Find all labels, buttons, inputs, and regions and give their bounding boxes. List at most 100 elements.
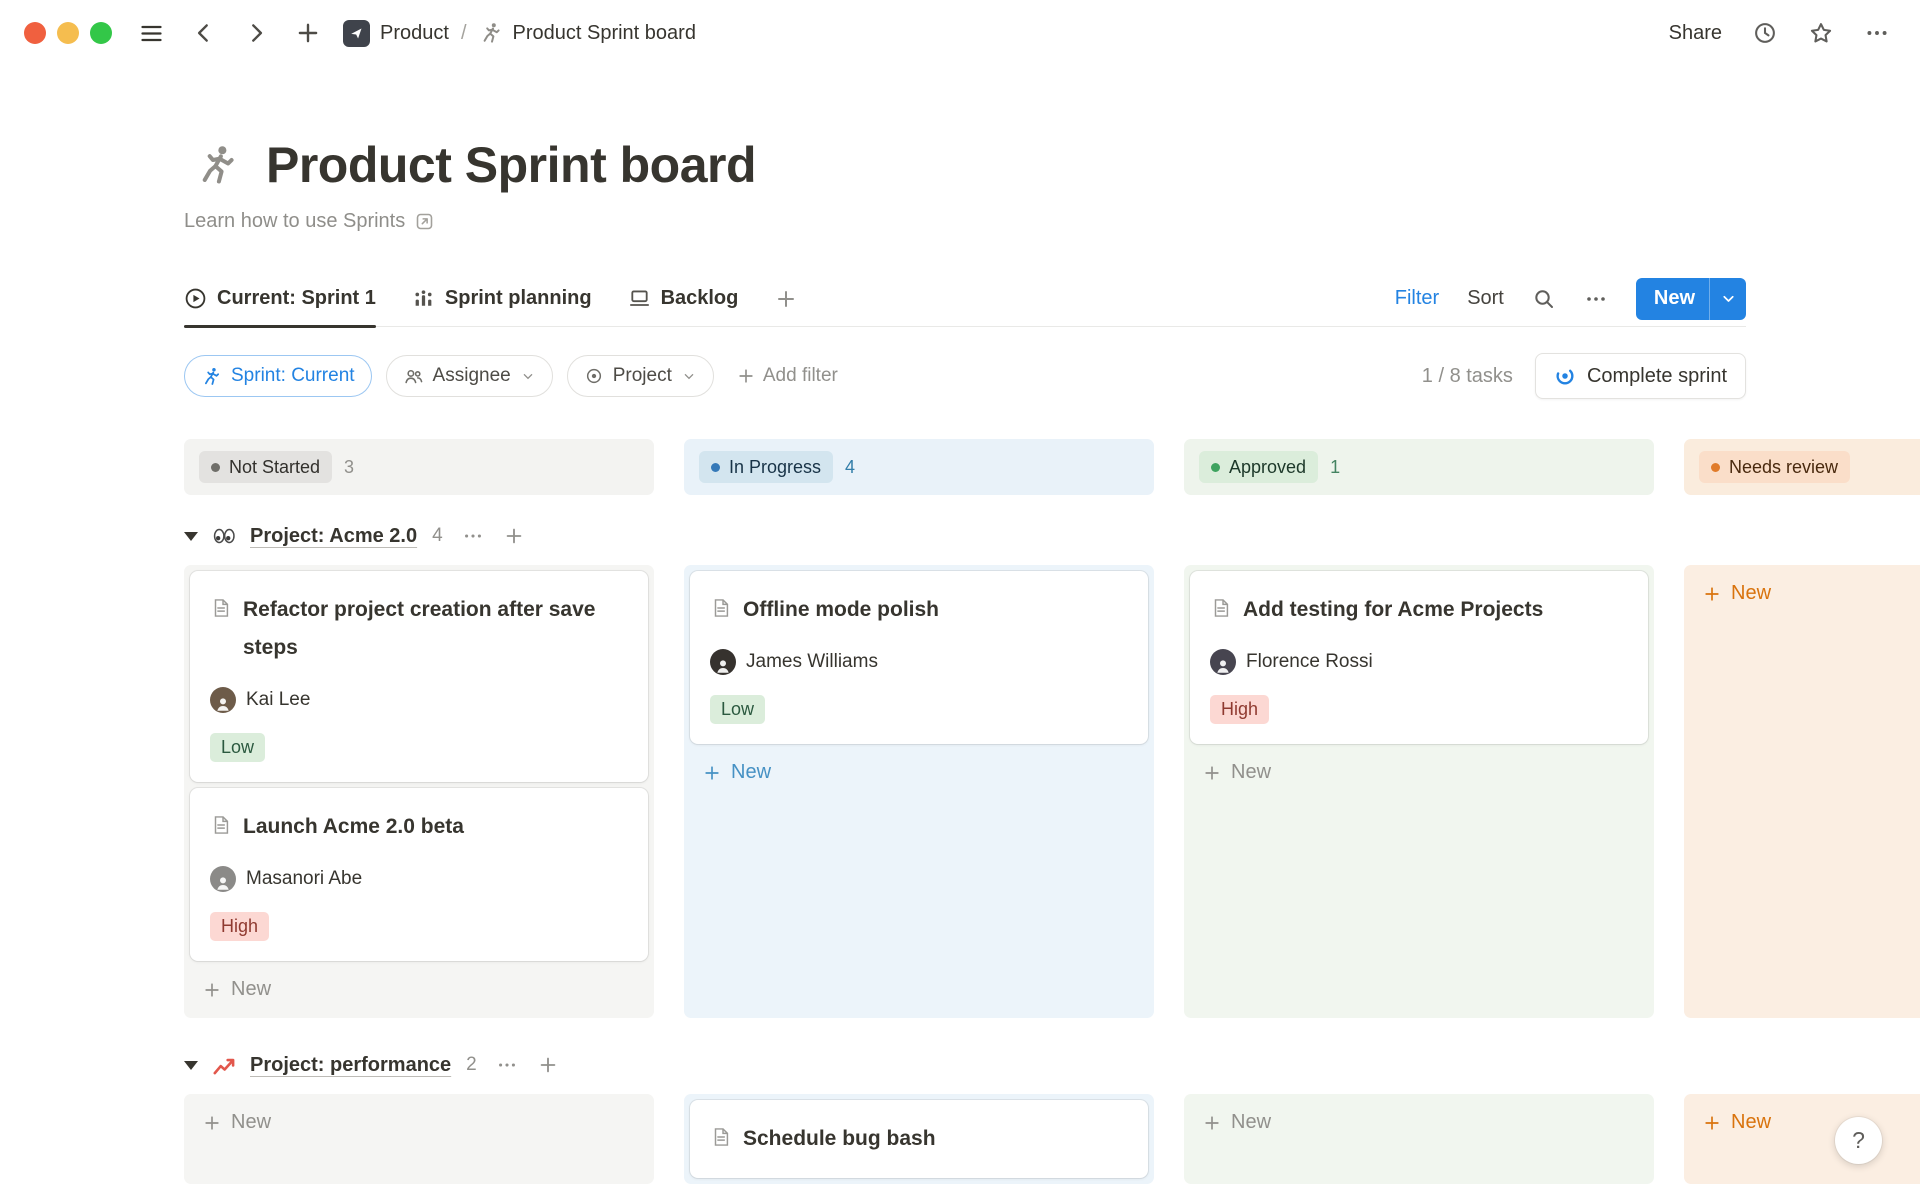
sprint-filter-label: Sprint: Current xyxy=(231,365,355,387)
filter-button[interactable]: Filter xyxy=(1395,287,1439,310)
column-header-not-started[interactable]: Not Started 3 xyxy=(184,439,654,495)
priority-tag: Low xyxy=(710,695,765,724)
tab-label: Sprint planning xyxy=(445,287,592,310)
view-tabs-bar: Current: Sprint 1 Sprint planning Backlo… xyxy=(184,271,1746,327)
task-card[interactable]: Launch Acme 2.0 beta Masanori Abe High xyxy=(190,788,648,961)
group-more-options-icon[interactable] xyxy=(462,525,484,547)
avatar xyxy=(1210,649,1236,675)
group-count: 2 xyxy=(466,1054,477,1076)
backlog-icon xyxy=(628,287,651,310)
add-filter-label: Add filter xyxy=(763,365,838,387)
status-dot xyxy=(1211,463,1220,472)
assignee-filter-pill[interactable]: Assignee xyxy=(386,355,553,397)
sort-button[interactable]: Sort xyxy=(1467,287,1504,310)
group-title[interactable]: Project: Acme 2.0 xyxy=(250,525,417,548)
new-card-button[interactable]: New xyxy=(1190,750,1648,795)
page-icon xyxy=(210,597,232,619)
breadcrumb-root[interactable]: Product xyxy=(380,22,449,45)
card-title: Refactor project creation after save ste… xyxy=(243,591,628,667)
status-badge: Not Started xyxy=(199,451,332,483)
tab-label: Backlog xyxy=(661,287,739,310)
page-runner-icon[interactable] xyxy=(194,142,240,188)
new-card-button[interactable]: New xyxy=(1690,1100,1920,1145)
eyes-emoji-icon xyxy=(211,523,237,549)
project-filter-pill[interactable]: Project xyxy=(567,355,714,397)
priority-tag: High xyxy=(210,912,269,941)
task-card[interactable]: Offline mode polish James Williams Low xyxy=(690,571,1148,744)
column-header-in-progress[interactable]: In Progress 4 xyxy=(684,439,1154,495)
add-view-button[interactable] xyxy=(774,271,798,326)
page-icon xyxy=(710,1126,732,1148)
status-dot xyxy=(211,463,220,472)
help-button[interactable]: ? xyxy=(1835,1117,1882,1164)
task-progress: 1 / 8 tasks xyxy=(1422,365,1513,388)
add-filter-button[interactable]: Add filter xyxy=(736,365,838,387)
favorite-star-icon[interactable] xyxy=(1808,20,1834,46)
project-filter-label: Project xyxy=(613,365,672,387)
forward-icon[interactable] xyxy=(243,20,269,46)
avatar xyxy=(710,649,736,675)
target-icon xyxy=(584,366,604,386)
column-count: 4 xyxy=(845,457,855,478)
traffic-lights xyxy=(24,22,112,44)
new-card-button[interactable]: New xyxy=(190,967,648,1012)
priority-tag: Low xyxy=(210,733,265,762)
new-page-icon[interactable] xyxy=(295,20,321,46)
column-header-approved[interactable]: Approved 1 xyxy=(1184,439,1654,495)
play-icon xyxy=(184,287,207,310)
learn-sprints-link[interactable]: Learn how to use Sprints xyxy=(184,210,405,233)
more-options-icon[interactable] xyxy=(1864,20,1890,46)
column-not-started: New xyxy=(184,1094,654,1184)
chevron-down-icon[interactable] xyxy=(1710,290,1746,307)
runner-icon xyxy=(479,21,503,45)
breadcrumb-current[interactable]: Product Sprint board xyxy=(513,22,696,45)
status-dot xyxy=(711,463,720,472)
filter-bar: Sprint: Current Assignee Project Add fil… xyxy=(184,353,1746,399)
status-dot xyxy=(1711,463,1720,472)
tab-sprint-planning[interactable]: Sprint planning xyxy=(412,271,592,326)
tab-current-sprint[interactable]: Current: Sprint 1 xyxy=(184,271,376,326)
card-title: Offline mode polish xyxy=(743,591,939,629)
complete-sprint-button[interactable]: Complete sprint xyxy=(1535,353,1746,399)
task-card[interactable]: Schedule bug bash xyxy=(690,1100,1148,1178)
view-more-options-icon[interactable] xyxy=(1584,287,1608,311)
close-window-button[interactable] xyxy=(24,22,46,44)
zoom-window-button[interactable] xyxy=(90,22,112,44)
assignee-filter-label: Assignee xyxy=(433,365,511,387)
column-in-progress: Schedule bug bash xyxy=(684,1094,1154,1184)
column-approved: Add testing for Acme Projects Florence R… xyxy=(1184,565,1654,1018)
group-add-icon[interactable] xyxy=(537,1054,559,1076)
assignee-name: Masanori Abe xyxy=(246,868,362,890)
collapse-triangle-icon[interactable] xyxy=(184,532,198,541)
external-link-icon[interactable] xyxy=(414,211,435,232)
product-teamspace-icon xyxy=(343,20,370,47)
tab-backlog[interactable]: Backlog xyxy=(628,271,739,326)
minimize-window-button[interactable] xyxy=(57,22,79,44)
new-card-button[interactable]: New xyxy=(1690,571,1920,616)
task-card[interactable]: Add testing for Acme Projects Florence R… xyxy=(1190,571,1648,744)
history-clock-icon[interactable] xyxy=(1752,20,1778,46)
new-card-button[interactable]: New xyxy=(190,1100,648,1145)
group-more-options-icon[interactable] xyxy=(496,1054,518,1076)
collapse-triangle-icon[interactable] xyxy=(184,1061,198,1070)
new-card-button[interactable]: New xyxy=(690,750,1148,795)
new-button-label: New xyxy=(1636,287,1709,310)
group-title[interactable]: Project: performance xyxy=(250,1054,451,1077)
task-card[interactable]: Refactor project creation after save ste… xyxy=(190,571,648,782)
group-header-acme: Project: Acme 2.0 4 xyxy=(184,521,1920,551)
column-not-started: Refactor project creation after save ste… xyxy=(184,565,654,1018)
back-icon[interactable] xyxy=(191,20,217,46)
group-add-icon[interactable] xyxy=(503,525,525,547)
page-icon xyxy=(1210,597,1232,619)
column-needs-review: New xyxy=(1684,1094,1920,1184)
page-icon xyxy=(710,597,732,619)
column-header-needs-review[interactable]: Needs review xyxy=(1684,439,1920,495)
search-icon[interactable] xyxy=(1532,287,1556,311)
sidebar-menu-icon[interactable] xyxy=(138,20,165,47)
share-button[interactable]: Share xyxy=(1669,22,1722,45)
new-card-button[interactable]: New xyxy=(1190,1100,1648,1145)
column-in-progress: Offline mode polish James Williams Low N… xyxy=(684,565,1154,1018)
new-button[interactable]: New xyxy=(1636,278,1746,320)
sprint-filter-pill[interactable]: Sprint: Current xyxy=(184,355,372,397)
assignee-name: Florence Rossi xyxy=(1246,651,1373,673)
